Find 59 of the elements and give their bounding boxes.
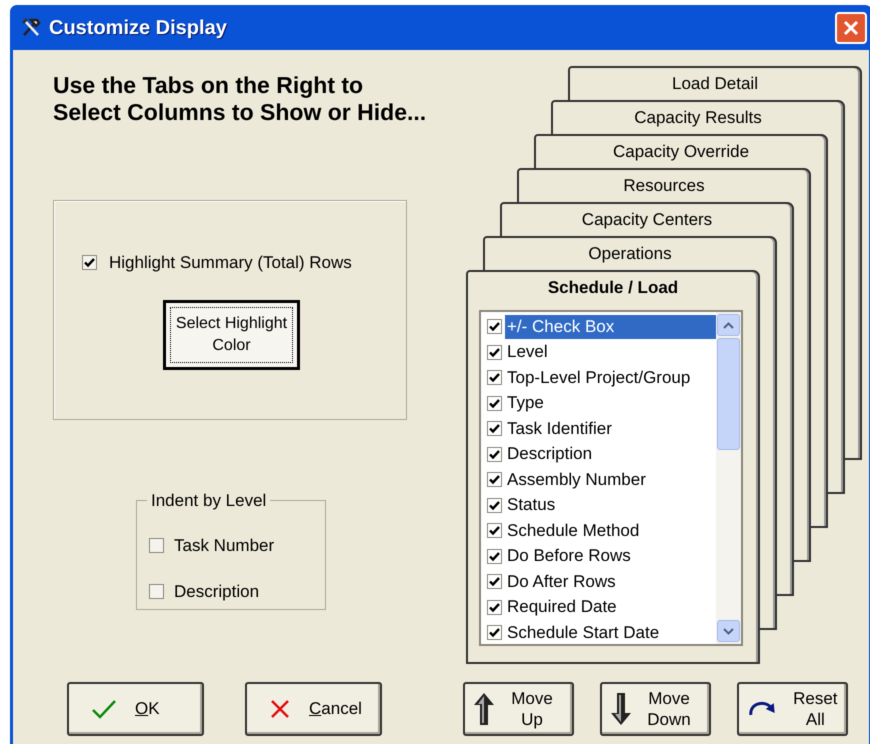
checkbox[interactable] [487,523,502,538]
tools-icon [21,18,43,38]
checkbox-label: Task Number [174,535,274,557]
checkbox[interactable] [487,344,502,360]
tab[interactable]: Capacity Override [536,136,826,168]
close-button[interactable] [835,12,867,44]
select-color-button[interactable]: Select Highlight Color [163,300,300,370]
window-title: Customize Display [49,16,227,40]
checkbox[interactable] [82,255,97,270]
instruction-text: Select Columns to Show or Hide... [53,99,428,126]
checkbox[interactable] [487,625,502,640]
checkbox[interactable] [487,319,502,334]
list-item[interactable]: Required Date [505,595,619,620]
cancel-button[interactable]: Cancel [245,682,382,736]
up-arrow-icon [473,691,495,727]
tab[interactable]: Capacity Centers [502,204,792,236]
tab[interactable]: Operations [485,238,775,270]
checkbox[interactable] [487,574,502,590]
checkmark-icon [91,698,117,720]
ok-button[interactable]: OK [67,682,204,736]
scroll-down-icon[interactable] [723,628,734,634]
down-button[interactable]: Move Down [600,682,711,736]
list-item[interactable]: Top-Level Project/Group [505,366,692,390]
down-arrow-icon [610,691,632,727]
list-item[interactable]: Status [505,493,558,518]
list-item[interactable]: Schedule Method [505,518,642,543]
tab[interactable]: Capacity Results [553,102,843,134]
tab[interactable]: Load Detail [570,68,860,100]
close-icon [269,698,291,720]
tab[interactable]: Resources [519,170,809,202]
checkbox[interactable] [487,600,502,615]
list-item[interactable]: Level [505,340,550,364]
checkbox[interactable] [487,396,502,411]
scroll-up-icon[interactable] [723,322,734,328]
tab[interactable]: Schedule / Load [468,272,758,304]
close-icon [843,20,859,36]
list-item[interactable]: Schedule Start Date [505,620,662,644]
list-item[interactable]: Do Before Rows [505,544,633,568]
list-item[interactable]: Assembly Number [505,468,648,492]
checkbox-label: Description [174,580,260,602]
checkbox[interactable] [149,538,164,554]
reset-button[interactable]: Reset All [737,682,848,736]
checkbox[interactable] [487,421,502,436]
checkbox[interactable] [487,446,502,462]
list-item[interactable]: Task Identifier [505,416,614,441]
up-button[interactable]: Move Up [463,682,574,736]
checkbox[interactable] [487,472,502,488]
list-item[interactable]: +/- Check Box [505,314,716,339]
list-item[interactable]: Description [505,442,594,466]
checkbox[interactable] [487,548,502,564]
checkbox[interactable] [487,498,502,513]
scroll-thumb[interactable] [717,338,740,450]
checkbox-label: Highlight Summary (Total) Rows [109,252,352,274]
checkbox[interactable] [487,370,502,386]
instruction-text: Use the Tabs on the Right to [53,72,364,99]
list-item[interactable]: Type [505,391,546,416]
scrollbar[interactable] [716,312,741,644]
list-item[interactable]: Do After Rows [505,570,618,594]
checkbox[interactable] [149,584,164,599]
